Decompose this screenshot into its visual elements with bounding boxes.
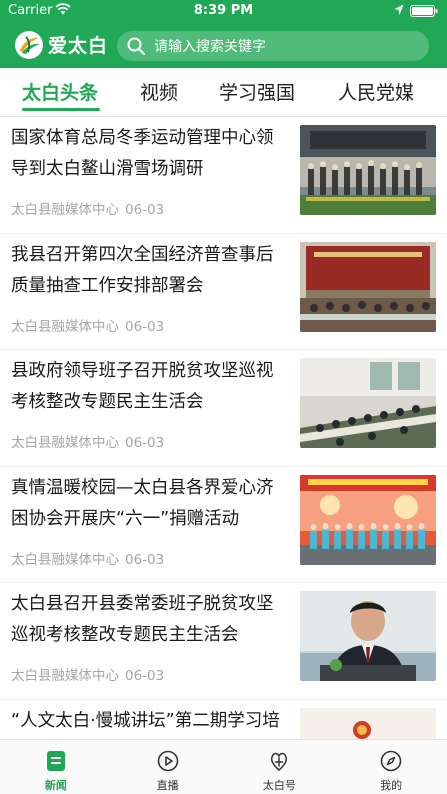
news-source: 太白县融媒体中心 bbox=[11, 668, 119, 684]
news-item[interactable]: 县政府领导班子召开脱贫攻坚巡视考核整改专题民主生活会 太白县融媒体中心 06-03 bbox=[0, 350, 447, 467]
news-item[interactable]: 真情温暖校园—太白县各界爱心济困协会开展庆“六一”捐赠活动 太白县融媒体中心 06… bbox=[0, 467, 447, 583]
news-date: 06-03 bbox=[125, 435, 165, 451]
search-icon bbox=[127, 37, 145, 55]
news-meta: 太白县融媒体中心 06-03 bbox=[11, 548, 164, 568]
news-thumbnail bbox=[300, 125, 436, 215]
news-item[interactable]: 我县召开第四次全国经济普查事后质量抽查工作安排部署会 太白县融媒体中心 06-03 bbox=[0, 234, 447, 350]
channel-tabs: 太白头条 视频 学习强国 人民党媒 bbox=[0, 68, 447, 116]
app-header: Carrier 8:39 PM 爱太白 请输入搜索关键字 bbox=[0, 0, 447, 68]
tab-video[interactable]: 视频 bbox=[140, 78, 178, 105]
news-meta: 太白县融媒体中心 06-03 bbox=[11, 198, 164, 218]
news-meta: 太白县融媒体中心 06-03 bbox=[11, 431, 164, 451]
news-date: 06-03 bbox=[125, 318, 165, 335]
news-title: 太白县召开县委常委班子脱贫攻坚巡视考核整改专题民主生活会 bbox=[11, 594, 274, 645]
news-title: 真情温暖校园—太白县各界爱心济困协会开展庆“六一”捐赠活动 bbox=[11, 477, 274, 529]
app-brand-name: 爱太白 bbox=[48, 35, 109, 57]
bottom-tab-live[interactable]: 直播 bbox=[112, 740, 224, 794]
news-meta: 太白县融媒体中心 06-03 bbox=[11, 664, 164, 684]
news-item[interactable]: “人文太白·慢城讲坛”第二期学习培训讲座开讲 bbox=[0, 700, 447, 739]
news-item[interactable]: 太白县召开县委常委班子脱贫攻坚巡视考核整改专题民主生活会 太白县融媒体中心 06-… bbox=[0, 583, 447, 700]
taibai-hao-icon bbox=[271, 752, 288, 771]
news-date: 06-03 bbox=[125, 202, 165, 218]
status-time: 8:39 PM bbox=[193, 3, 254, 18]
bottom-tab-label: 我的 bbox=[380, 779, 403, 792]
bottom-tab-bar: 新闻 直播 太白号 我的 bbox=[0, 739, 447, 794]
news-meta: 太白县融媒体中心 06-03 bbox=[11, 315, 164, 335]
active-tab-indicator bbox=[22, 108, 100, 111]
news-source: 太白县融媒体中心 bbox=[11, 435, 119, 451]
news-thumbnail bbox=[300, 707, 436, 739]
news-title: 我县召开第四次全国经济普查事后质量抽查工作安排部署会 bbox=[11, 244, 274, 296]
news-source: 太白县融媒体中心 bbox=[11, 551, 119, 568]
tab-people-party-media[interactable]: 人民党媒 bbox=[338, 78, 414, 105]
bottom-tab-label: 新闻 bbox=[44, 779, 67, 792]
news-list: 国家体育总局冬季运动管理中心领导到太白鳌山滑雪场调研 太白县融媒体中心 06-03 bbox=[0, 117, 447, 739]
news-thumbnail bbox=[300, 358, 436, 448]
tab-taibai-headlines[interactable]: 太白头条 bbox=[22, 78, 98, 105]
news-title: “人文太白·慢城讲坛”第二期学习培训讲座开讲 bbox=[11, 710, 280, 731]
search-bar[interactable]: 请输入搜索关键字 bbox=[117, 31, 429, 61]
status-bar: Carrier 8:39 PM bbox=[0, 0, 447, 22]
compass-icon bbox=[380, 750, 402, 772]
tab-xuexi-qiangguo[interactable]: 学习强国 bbox=[219, 78, 295, 105]
news-icon bbox=[46, 751, 65, 771]
news-thumbnail bbox=[300, 591, 436, 681]
location-arrow-icon bbox=[394, 4, 404, 15]
bottom-tab-taibai-hao[interactable]: 太白号 bbox=[224, 740, 336, 794]
app-logo-icon bbox=[15, 31, 43, 59]
news-thumbnail bbox=[300, 241, 436, 332]
news-date: 06-03 bbox=[125, 668, 165, 684]
bottom-tab-label: 太白号 bbox=[262, 779, 296, 792]
news-thumbnail bbox=[300, 474, 436, 565]
battery-icon bbox=[410, 5, 438, 17]
news-source: 太白县融媒体中心 bbox=[11, 318, 119, 335]
play-icon bbox=[157, 750, 178, 772]
news-title: 国家体育总局冬季运动管理中心领导到太白鳌山滑雪场调研 bbox=[11, 128, 274, 179]
news-source: 太白县融媒体中心 bbox=[11, 202, 119, 218]
bottom-tab-news[interactable]: 新闻 bbox=[0, 740, 112, 794]
bottom-tab-label: 直播 bbox=[156, 779, 179, 792]
search-placeholder: 请输入搜索关键字 bbox=[154, 39, 266, 55]
news-title: 县政府领导班子召开脱贫攻坚巡视考核整改专题民主生活会 bbox=[11, 361, 274, 412]
bottom-tab-mine[interactable]: 我的 bbox=[335, 740, 447, 794]
news-item[interactable]: 国家体育总局冬季运动管理中心领导到太白鳌山滑雪场调研 太白县融媒体中心 06-03 bbox=[0, 117, 447, 234]
news-date: 06-03 bbox=[125, 551, 165, 568]
